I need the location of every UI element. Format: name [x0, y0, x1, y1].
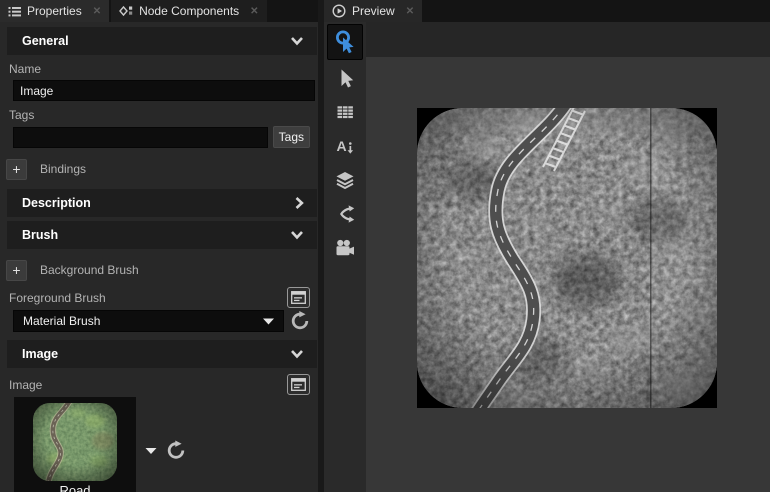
arrow-cursor-icon — [333, 66, 357, 90]
section-header-description[interactable]: Description — [7, 189, 317, 217]
layers-tool-button[interactable] — [327, 163, 363, 197]
name-label: Name — [9, 62, 318, 76]
section-title: General — [22, 34, 69, 48]
list-icon — [8, 5, 21, 18]
name-input[interactable] — [13, 80, 315, 101]
image-property-row: Image — [9, 374, 310, 395]
reset-brush-button[interactable] — [290, 311, 310, 331]
tab-label: Preview — [352, 4, 395, 18]
branch-arrows-icon — [333, 202, 357, 226]
open-image-editor-button[interactable] — [287, 374, 310, 395]
tags-row: Tags — [13, 126, 310, 148]
preview-topbar — [366, 22, 770, 57]
add-binding-button[interactable]: + — [6, 159, 27, 180]
chevron-down-icon — [289, 229, 305, 241]
image-thumbnail-panel[interactable]: Road — [14, 397, 136, 492]
background-brush-row: + Background Brush — [6, 259, 318, 281]
tags-button[interactable]: Tags — [273, 126, 310, 148]
connections-tool-button[interactable] — [327, 197, 363, 231]
road-preview-image — [417, 108, 717, 408]
grid-icon — [333, 100, 357, 124]
preview-body: A — [324, 22, 770, 492]
component-icon — [119, 5, 133, 18]
reset-arrow-icon — [166, 440, 186, 461]
video-camera-icon — [333, 236, 357, 260]
chevron-down-icon — [289, 348, 305, 360]
background-brush-label: Background Brush — [40, 263, 139, 277]
preview-stage[interactable] — [366, 57, 770, 492]
bindings-row: + Bindings — [6, 158, 318, 180]
window-icon — [291, 291, 306, 304]
tags-input[interactable] — [13, 127, 268, 148]
tab-label: Node Components — [139, 4, 239, 18]
grid-tool-button[interactable] — [327, 95, 363, 129]
tab-preview[interactable]: Preview ✕ — [324, 0, 422, 22]
section-header-general[interactable]: General — [7, 27, 317, 55]
tab-node-components[interactable]: Node Components ✕ — [111, 0, 266, 22]
reset-image-button[interactable] — [166, 441, 186, 461]
text-analyze-icon: A — [333, 134, 357, 158]
app-window: Properties ✕ Node Components ✕ General — [0, 0, 770, 492]
chevron-down-icon — [289, 35, 305, 47]
record-video-tool-button[interactable] — [327, 231, 363, 265]
layers-icon — [333, 168, 357, 192]
preview-toolbar: A — [324, 22, 366, 492]
interact-cursor-icon — [332, 29, 358, 55]
road-thumbnail-image — [33, 403, 117, 481]
dropdown-value: Material Brush — [23, 314, 100, 328]
image-value-controls — [145, 441, 186, 461]
chevron-right-icon — [293, 195, 305, 211]
svg-text:A: A — [337, 138, 347, 154]
thumbnail-caption: Road — [59, 483, 90, 492]
interact-tool-button[interactable] — [327, 24, 363, 60]
foreground-brush-label: Foreground Brush — [9, 291, 106, 305]
tab-label: Properties — [27, 4, 82, 18]
reset-arrow-icon — [290, 311, 310, 331]
bindings-label: Bindings — [40, 162, 86, 176]
image-thumbnail-row: Road — [14, 397, 318, 492]
foreground-brush-dropdown-row: Material Brush — [13, 310, 310, 332]
tab-properties[interactable]: Properties ✕ — [0, 0, 109, 22]
section-header-brush[interactable]: Brush — [7, 221, 317, 249]
tags-label: Tags — [9, 108, 318, 122]
window-icon — [291, 378, 306, 391]
preview-rendered-image[interactable] — [417, 108, 717, 408]
preview-tabstrip: Preview ✕ — [324, 0, 770, 22]
add-background-brush-button[interactable]: + — [6, 260, 27, 281]
close-icon[interactable]: ✕ — [406, 6, 414, 17]
properties-body: General Name Tags Tags + Bindings Descri… — [0, 22, 318, 492]
play-circle-icon — [332, 4, 346, 18]
preview-main — [366, 22, 770, 492]
open-brush-editor-button[interactable] — [287, 287, 310, 308]
properties-panel: Properties ✕ Node Components ✕ General — [0, 0, 318, 492]
section-title: Brush — [22, 228, 58, 242]
text-tool-button[interactable]: A — [327, 129, 363, 163]
section-title: Image — [22, 347, 58, 361]
section-header-image[interactable]: Image — [7, 340, 317, 368]
foreground-brush-dropdown[interactable]: Material Brush — [13, 310, 284, 332]
foreground-brush-row: Foreground Brush — [9, 287, 310, 308]
image-dropdown-caret-icon[interactable] — [145, 442, 157, 460]
image-label: Image — [9, 378, 42, 392]
close-icon[interactable]: ✕ — [93, 6, 101, 17]
left-tabstrip: Properties ✕ Node Components ✕ — [0, 0, 318, 22]
select-tool-button[interactable] — [327, 61, 363, 95]
dropdown-caret-icon — [263, 318, 274, 325]
preview-pane: Preview ✕ — [324, 0, 770, 492]
section-title: Description — [22, 196, 91, 210]
close-icon[interactable]: ✕ — [250, 6, 258, 17]
